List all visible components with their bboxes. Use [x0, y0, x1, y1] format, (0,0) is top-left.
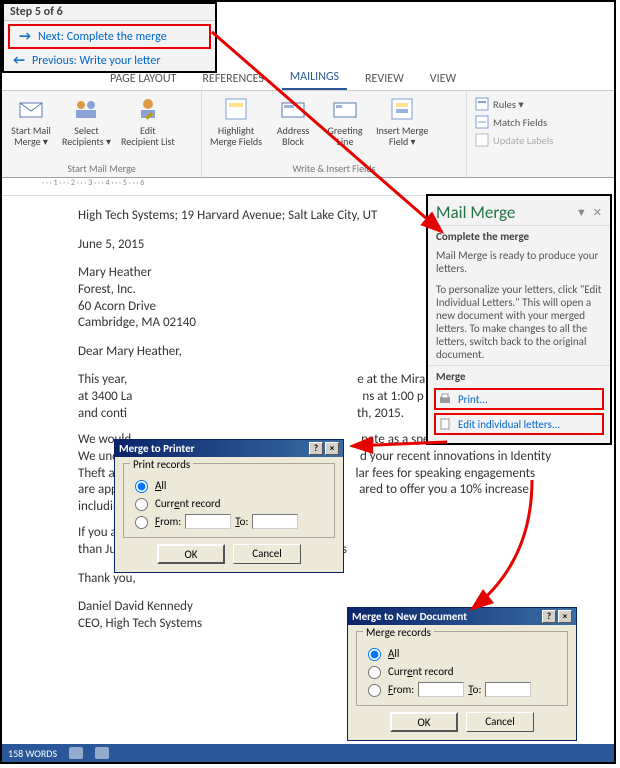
cancel-button[interactable]: Cancel: [466, 712, 534, 732]
step-callout: Step 5 of 6 → Next: Complete the merge ←…: [2, 2, 217, 73]
ribbon-group-label-start: Start Mail Merge: [10, 162, 193, 175]
user-edit-icon: [134, 95, 162, 123]
document-icon: [438, 417, 452, 431]
rules-icon: [475, 97, 489, 111]
from-input[interactable]: [418, 682, 464, 697]
arrow-left-icon: ←: [12, 53, 26, 68]
btn-update-labels: Update Labels: [475, 133, 553, 147]
ok-button[interactable]: OK: [157, 544, 225, 564]
tab-review[interactable]: REVIEW: [357, 68, 412, 90]
status-bar: 158 WORDS: [2, 744, 614, 762]
btn-select-recipients[interactable]: Select Recipients ▾: [62, 95, 111, 147]
highlight-icon: [222, 95, 250, 123]
mail-merge-pane: Mail Merge ▼✕ Complete the merge Mail Me…: [426, 194, 612, 445]
tab-mailings[interactable]: MAILINGS: [282, 66, 347, 90]
btn-highlight-merge-fields[interactable]: Highlight Merge Fields: [210, 95, 262, 147]
step-header: Step 5 of 6: [4, 4, 215, 21]
ribbon-group-write-insert: Highlight Merge Fields Address Block Gre…: [202, 91, 467, 177]
radio-all[interactable]: AAllll: [130, 477, 328, 493]
dlg-printer-legend: Print records: [130, 458, 193, 471]
radio-from-input[interactable]: [135, 516, 148, 529]
closing: Thank you,: [78, 571, 614, 588]
dropdown-icon[interactable]: ▼: [576, 206, 587, 219]
arrow-right-icon: →: [18, 29, 32, 44]
dialog-merge-printer: Merge to Printer ?× Print records AAllll…: [114, 439, 344, 573]
btn-address-block[interactable]: Address Block: [272, 95, 314, 147]
mm-text-2: To personalize your letters, click "Edit…: [428, 279, 610, 365]
ok-button[interactable]: OK: [390, 712, 458, 732]
dlg-newdoc-legend: Merge records: [363, 626, 434, 639]
mm-text-1: Mail Merge is ready to produce your lett…: [428, 245, 610, 279]
mm-complete-header: Complete the merge: [428, 225, 610, 245]
dlg-newdoc-title: Merge to New Document ?×: [348, 608, 576, 625]
insert-field-icon: [388, 95, 416, 123]
address-icon: [279, 95, 307, 123]
ribbon-group-start: Start Mail Merge ▾ Select Recipients ▾ E…: [2, 91, 202, 177]
btn-insert-merge-field[interactable]: Insert Merge Field ▾: [376, 95, 428, 147]
dlg-printer-title: Merge to Printer ?×: [115, 440, 343, 457]
radio-all-input[interactable]: [368, 648, 381, 661]
radio-from[interactable]: From:From: To:To:: [130, 513, 328, 529]
users-icon: [72, 95, 100, 123]
close-icon[interactable]: ✕: [593, 206, 602, 219]
ribbon-group-label-write: Write & Insert Fields: [210, 162, 458, 175]
macro-icon[interactable]: [95, 747, 109, 759]
update-labels-icon: [475, 133, 489, 147]
cancel-button[interactable]: Cancel: [233, 544, 301, 564]
btn-match-fields[interactable]: Match Fields: [475, 115, 553, 129]
mm-merge-header: Merge: [428, 365, 610, 385]
dialog-merge-newdoc: Merge to New Document ?× Merge records A…: [347, 607, 577, 741]
btn-start-mail-merge[interactable]: Start Mail Merge ▾: [10, 95, 52, 147]
printer-icon: [438, 392, 452, 406]
radio-all[interactable]: AllAll: [363, 645, 561, 661]
ribbon: Start Mail Merge ▾ Select Recipients ▾ E…: [2, 90, 614, 178]
match-icon: [475, 115, 489, 129]
step-prev-label: Previous: Write your letter: [32, 54, 161, 68]
mm-print-link[interactable]: Print...: [434, 388, 604, 410]
from-input[interactable]: [185, 514, 231, 529]
step-next-link[interactable]: → Next: Complete the merge: [8, 24, 211, 49]
radio-current[interactable]: Current recordCurrent record: [363, 663, 561, 679]
step-prev-link[interactable]: ← Previous: Write your letter: [4, 50, 215, 71]
ribbon-group-rules: Rules ▾ Match Fields Update Labels: [467, 91, 561, 177]
radio-current[interactable]: Current recordCurrent record: [130, 495, 328, 511]
btn-edit-recipient-list[interactable]: Edit Recipient List: [121, 95, 175, 147]
mm-title: Mail Merge ▼✕: [428, 196, 610, 225]
radio-all-input[interactable]: [135, 480, 148, 493]
help-button[interactable]: ?: [542, 610, 556, 623]
btn-rules[interactable]: Rules ▾: [475, 97, 553, 111]
radio-current-input[interactable]: [135, 498, 148, 511]
to-input[interactable]: [252, 514, 298, 529]
btn-greeting-line[interactable]: Greeting Line: [324, 95, 366, 147]
word-count[interactable]: 158 WORDS: [8, 747, 57, 760]
app-frame: PAGE LAYOUT REFERENCES MAILINGS REVIEW V…: [0, 0, 616, 764]
envelope-icon: [17, 95, 45, 123]
mm-edit-letters-link[interactable]: Edit individual letters...: [434, 413, 604, 435]
radio-from-input[interactable]: [368, 684, 381, 697]
radio-current-input[interactable]: [368, 666, 381, 679]
close-button[interactable]: ×: [325, 442, 339, 455]
close-button[interactable]: ×: [558, 610, 572, 623]
greeting-icon: [331, 95, 359, 123]
help-button[interactable]: ?: [309, 442, 323, 455]
proofing-icon[interactable]: [69, 747, 83, 759]
step-next-label: Next: Complete the merge: [38, 30, 167, 44]
tab-view[interactable]: VIEW: [422, 68, 464, 90]
radio-from[interactable]: From:From: To:To:: [363, 681, 561, 697]
to-input[interactable]: [485, 682, 531, 697]
